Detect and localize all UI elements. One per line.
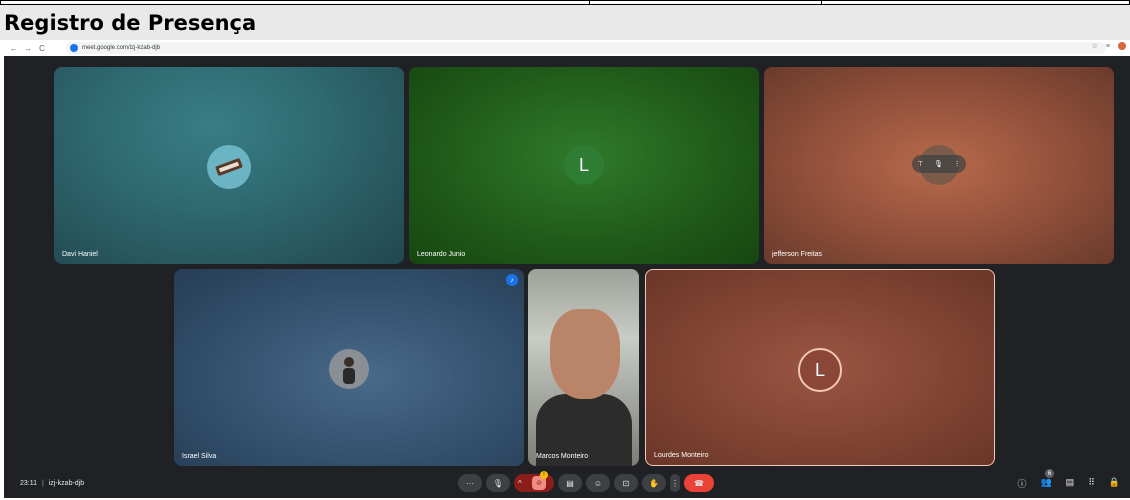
participant-tile[interactable]: L Leonardo Junio bbox=[409, 67, 759, 264]
reload-icon[interactable]: C bbox=[38, 44, 46, 53]
mic-icon[interactable]: 🎙 bbox=[934, 160, 943, 168]
participant-name: Israel Silva bbox=[182, 453, 217, 460]
activities-icon[interactable]: ⠿ bbox=[1088, 477, 1095, 490]
participant-video-tile[interactable]: Marcos Monteiro bbox=[528, 269, 639, 466]
emoji-button[interactable]: ☺ bbox=[586, 474, 610, 492]
participant-name: jefferson Freitas bbox=[772, 251, 823, 258]
meet-screenshot: ← → C meet.google.com/izj-kzab-djb ☆ ≡ D… bbox=[4, 40, 1130, 498]
participant-face bbox=[550, 309, 620, 399]
present-button[interactable]: ⊡ bbox=[614, 474, 638, 492]
pin-icon[interactable]: ⊤ bbox=[917, 160, 923, 168]
participant-name: Davi Haniel bbox=[62, 251, 98, 258]
tab-search-icon[interactable]: ≡ bbox=[1106, 43, 1110, 50]
info-icon[interactable]: ⓘ bbox=[1017, 477, 1026, 490]
meeting-time: 23:11 bbox=[20, 480, 37, 487]
info-separator: | bbox=[41, 480, 44, 487]
address-bar[interactable]: meet.google.com/izj-kzab-djb bbox=[66, 42, 1106, 54]
people-icon[interactable]: 👥 bbox=[1040, 477, 1051, 490]
camera-toggle-button[interactable]: ^ ⊘ ! bbox=[514, 471, 554, 492]
document-title-band: Registro de Presença bbox=[0, 4, 1130, 40]
mic-button[interactable]: 🎙 bbox=[486, 474, 510, 492]
call-controls: ··· 🎙 ^ ⊘ ! ▤ ☺ ⊡ ✋ ⋮ ☎ bbox=[458, 471, 714, 492]
side-panel-buttons: ⓘ 👥 ▤ ⠿ 🔒 bbox=[1017, 477, 1120, 490]
browser-toolbar: ← → C meet.google.com/izj-kzab-djb ☆ ≡ bbox=[4, 40, 1130, 56]
back-icon[interactable]: ← bbox=[10, 44, 18, 53]
document-title: Registro de Presença bbox=[4, 11, 257, 35]
forward-icon[interactable]: → bbox=[24, 44, 32, 53]
meeting-code: izj-kzab-djb bbox=[48, 480, 85, 487]
meet-control-bar: 23:11 | izj-kzab-djb ··· 🎙 ^ ⊘ ! ▤ ☺ ⊡ ✋… bbox=[4, 469, 1130, 498]
more-actions-button[interactable]: ⋮ bbox=[670, 474, 680, 492]
participant-avatar bbox=[329, 349, 369, 389]
participant-tile[interactable]: Davi Haniel bbox=[54, 67, 404, 264]
browser-actions: ☆ ≡ bbox=[1092, 42, 1126, 50]
participant-tile[interactable]: L Lourdes Monteiro bbox=[645, 269, 995, 466]
participant-tile[interactable]: ⊤ 🎙 ⋮ jefferson Freitas bbox=[764, 67, 1114, 264]
participant-name: Leonardo Junio bbox=[417, 251, 466, 258]
participant-avatar: L bbox=[564, 145, 604, 185]
url-text: meet.google.com/izj-kzab-djb bbox=[82, 45, 161, 51]
raise-hand-button[interactable]: ✋ bbox=[642, 474, 666, 492]
keyboard-icon bbox=[207, 145, 251, 189]
chat-icon[interactable]: ▤ bbox=[1066, 477, 1075, 490]
bookmark-star-icon[interactable]: ☆ bbox=[1092, 42, 1098, 50]
participant-name: Marcos Monteiro bbox=[536, 453, 589, 460]
meeting-info: 23:11 | izj-kzab-djb bbox=[20, 480, 84, 487]
host-controls-icon[interactable]: 🔒 bbox=[1109, 477, 1120, 490]
participant-name: Lourdes Monteiro bbox=[654, 452, 709, 459]
tile-hover-controls: ⊤ 🎙 ⋮ bbox=[912, 155, 966, 173]
site-info-icon[interactable] bbox=[70, 44, 78, 52]
more-icon[interactable]: ⋮ bbox=[954, 160, 961, 168]
profile-avatar[interactable] bbox=[1118, 42, 1126, 50]
hang-up-button[interactable]: ☎ bbox=[684, 474, 714, 492]
participant-tile[interactable]: ♪ Israel Silva bbox=[174, 269, 524, 466]
chevron-up-icon[interactable]: ^ bbox=[518, 479, 522, 488]
captions-button[interactable]: ▤ bbox=[558, 474, 582, 492]
participant-avatar: L bbox=[798, 348, 842, 392]
more-options-button[interactable]: ··· bbox=[458, 474, 482, 492]
speaking-indicator-icon: ♪ bbox=[506, 274, 518, 286]
meet-grid: Davi Haniel L Leonardo Junio ⊤ 🎙 ⋮ jeffe… bbox=[4, 56, 1130, 498]
warning-badge-icon: ! bbox=[540, 471, 548, 479]
